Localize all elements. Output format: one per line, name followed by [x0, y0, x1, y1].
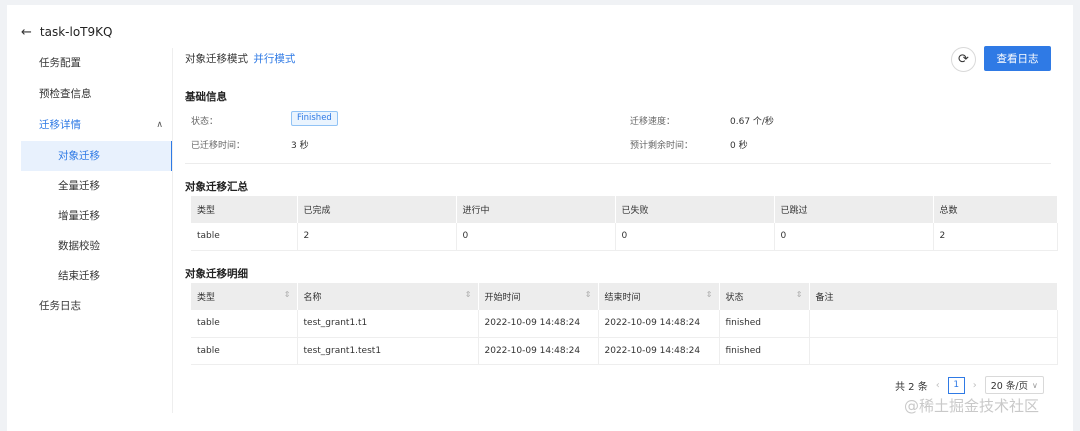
sidebar-subitem-incremental-migration[interactable]: 增量迁移 — [21, 201, 173, 231]
column-header-status[interactable]: 状态 ⇕ — [719, 283, 810, 310]
table-cell: 0 — [615, 223, 775, 251]
table-cell: 0 — [774, 223, 934, 251]
migration-mode: 对象迁移模式 并行模式 — [185, 51, 295, 66]
sort-icon[interactable]: ⇕ — [796, 290, 803, 299]
table-cell: test_grant1.test1 — [297, 337, 479, 365]
column-header-start-time[interactable]: 开始时间 ⇕ — [478, 283, 599, 310]
mode-label: 对象迁移模式 — [185, 53, 248, 65]
sidebar-item-precheck[interactable]: 预检查信息 — [21, 79, 173, 110]
sort-icon[interactable]: ⇕ — [284, 290, 291, 299]
sidebar-divider — [172, 48, 173, 413]
refresh-button[interactable]: ⟳ — [951, 47, 976, 72]
column-header: 已完成 — [297, 196, 457, 223]
table-cell — [809, 337, 1058, 365]
column-header-label: 状态 — [725, 293, 744, 303]
column-header: 已跳过 — [774, 196, 934, 223]
table-cell: 2022-10-09 14:48:24 — [478, 310, 599, 338]
table-cell: 0 — [456, 223, 616, 251]
table-cell: finished — [719, 310, 810, 338]
sidebar-subitem-full-migration[interactable]: 全量迁移 — [21, 171, 173, 201]
table-cell: 2022-10-09 14:48:24 — [478, 337, 599, 365]
column-header-type[interactable]: 类型 ⇕ — [191, 283, 298, 310]
table-cell: table — [191, 223, 298, 251]
table-cell: finished — [719, 337, 810, 365]
status-badge: Finished — [291, 111, 338, 126]
detail-table: 类型 ⇕ 名称 ⇕ 开始时间 ⇕ 结束时间 ⇕ 状态 ⇕ 备注 table test_gr… — [191, 283, 1058, 365]
table-cell: 2 — [297, 223, 457, 251]
sidebar-item-label: 数据校验 — [58, 240, 100, 252]
chevron-down-icon: ∨ — [1032, 380, 1038, 390]
table-cell: test_grant1.t1 — [297, 310, 479, 338]
sidebar-item-label: 结束迁移 — [58, 270, 100, 282]
column-header: 总数 — [933, 196, 1058, 223]
column-header-label: 类型 — [197, 293, 216, 303]
view-log-button[interactable]: 查看日志 — [984, 46, 1051, 71]
section-divider — [185, 163, 1051, 164]
prev-page-icon[interactable]: ‹ — [936, 380, 940, 391]
summary-table: 类型 已完成 进行中 已失败 已跳过 总数 table 2 0 0 0 2 — [191, 196, 1058, 251]
sidebar: 任务配置 预检查信息 迁移详情 ∧ 对象迁移 全量迁移 增量迁移 数据校验 结束… — [21, 48, 173, 322]
page-header: ← task-loT9KQ — [21, 23, 112, 41]
column-header-name[interactable]: 名称 ⇕ — [297, 283, 479, 310]
sort-icon[interactable]: ⇕ — [585, 290, 592, 299]
elapsed-label: 已迁移时间： — [191, 141, 246, 151]
table-header-row: 类型 已完成 进行中 已失败 已跳过 总数 — [191, 196, 1058, 223]
remaining-label: 预计剩余时间： — [630, 141, 694, 151]
table-row: table 2 0 0 0 2 — [191, 223, 1058, 251]
refresh-icon: ⟳ — [958, 52, 969, 67]
pagination: 共 2 条 ‹ 1 › 20 条/页 ∨ — [895, 376, 1044, 394]
mode-value: 并行模式 — [253, 53, 296, 65]
sort-icon[interactable]: ⇕ — [706, 290, 713, 299]
back-arrow-icon[interactable]: ← — [21, 26, 32, 39]
status-label: 状态： — [191, 117, 219, 127]
total-count: 共 2 条 — [895, 381, 928, 393]
table-cell — [809, 310, 1058, 338]
page-number[interactable]: 1 — [947, 376, 965, 394]
table-row: table test_grant1.t1 2022-10-09 14:48:24… — [191, 310, 1058, 338]
basic-info-title: 基础信息 — [185, 91, 227, 103]
table-header-row: 类型 ⇕ 名称 ⇕ 开始时间 ⇕ 结束时间 ⇕ 状态 ⇕ 备注 — [191, 283, 1058, 310]
remaining-value: 0 秒 — [730, 141, 748, 151]
sort-icon[interactable]: ⇕ — [465, 290, 472, 299]
task-title: task-loT9KQ — [39, 25, 113, 39]
page-frame: ← task-loT9KQ 任务配置 预检查信息 迁移详情 ∧ 对象迁移 全量迁… — [7, 5, 1073, 431]
column-header: 已失败 — [615, 196, 775, 223]
sidebar-subitem-data-verification[interactable]: 数据校验 — [21, 231, 173, 261]
sidebar-item-task-log[interactable]: 任务日志 — [21, 291, 173, 322]
elapsed-value: 3 秒 — [291, 141, 309, 151]
page-size-value: 20 条/页 — [990, 381, 1029, 392]
summary-title: 对象迁移汇总 — [185, 181, 248, 193]
table-cell: table — [191, 310, 298, 338]
column-header-label: 开始时间 — [484, 293, 521, 303]
sidebar-item-label: 迁移详情 — [39, 119, 81, 131]
column-header: 类型 — [191, 196, 298, 223]
sidebar-item-migration-details[interactable]: 迁移详情 ∧ — [21, 110, 173, 141]
page-size-select[interactable]: 20 条/页 ∨ — [984, 376, 1044, 394]
table-cell: 2022-10-09 14:48:24 — [598, 337, 720, 365]
sidebar-item-task-config[interactable]: 任务配置 — [21, 48, 173, 79]
sidebar-subitem-end-migration[interactable]: 结束迁移 — [21, 261, 173, 291]
sidebar-item-label: 预检查信息 — [39, 88, 92, 100]
column-header-remark: 备注 — [809, 283, 1058, 310]
table-cell: 2022-10-09 14:48:24 — [598, 310, 720, 338]
speed-label: 迁移速度： — [630, 117, 676, 127]
table-cell: 2 — [933, 223, 1058, 251]
column-header-end-time[interactable]: 结束时间 ⇕ — [598, 283, 720, 310]
speed-value: 0.67 个/秒 — [730, 117, 774, 127]
sidebar-subitem-object-migration[interactable]: 对象迁移 — [21, 141, 173, 171]
chevron-up-icon[interactable]: ∧ — [156, 110, 163, 141]
table-row: table test_grant1.test1 2022-10-09 14:48… — [191, 337, 1058, 365]
sidebar-item-label: 任务日志 — [39, 300, 81, 312]
table-cell: table — [191, 337, 298, 365]
sidebar-item-label: 对象迁移 — [58, 150, 100, 162]
sidebar-item-label: 全量迁移 — [58, 180, 100, 192]
detail-title: 对象迁移明细 — [185, 268, 248, 280]
column-header-label: 名称 — [303, 293, 322, 303]
column-header-label: 结束时间 — [604, 293, 641, 303]
sidebar-item-label: 增量迁移 — [58, 210, 100, 222]
column-header: 进行中 — [456, 196, 616, 223]
next-page-icon[interactable]: › — [973, 380, 977, 391]
watermark: @稀土掘金技术社区 — [904, 397, 1040, 415]
sidebar-item-label: 任务配置 — [39, 57, 81, 69]
